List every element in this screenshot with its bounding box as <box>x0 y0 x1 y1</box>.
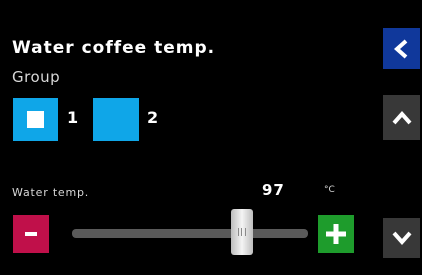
increase-button[interactable] <box>318 215 354 253</box>
slider-value: 97 <box>262 181 285 199</box>
plus-icon <box>326 224 346 244</box>
chevron-up-icon <box>392 110 411 124</box>
decrease-button[interactable] <box>13 215 49 253</box>
chevron-down-icon <box>392 231 411 245</box>
grip-icon <box>237 228 246 236</box>
scroll-down-button[interactable] <box>383 218 420 258</box>
check-mark-icon <box>27 111 44 128</box>
group-2-checkbox[interactable] <box>93 98 139 141</box>
minus-icon <box>25 232 37 236</box>
temperature-slider-track[interactable] <box>72 229 308 238</box>
group-label: Group <box>12 68 61 86</box>
group-2-label: 2 <box>147 108 159 127</box>
unit-label: °C <box>324 185 335 195</box>
temperature-slider-thumb[interactable] <box>230 209 253 255</box>
group-1-label: 1 <box>67 108 79 127</box>
group-1-checkbox[interactable] <box>13 98 58 141</box>
chevron-left-icon <box>393 39 407 58</box>
slider-label: Water temp. <box>12 186 90 199</box>
back-button[interactable] <box>383 28 420 69</box>
page-title: Water coffee temp. <box>12 38 216 58</box>
scroll-up-button[interactable] <box>383 95 420 140</box>
